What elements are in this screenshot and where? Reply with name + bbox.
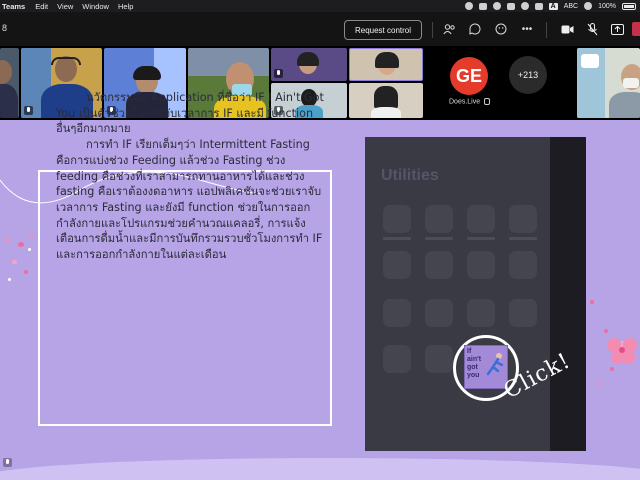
teams-meeting-toolbar: 8 Request control ••• [0, 12, 640, 46]
camera-status-icon[interactable] [506, 2, 515, 10]
camera-icon[interactable] [560, 22, 574, 36]
phone-screenshot: Utilities [365, 137, 586, 451]
mic-off-icon [484, 98, 491, 105]
slide-paragraph-2: การทำ IF เรียกเต็มๆว่า Intermittent Fast… [56, 138, 323, 262]
petal-decoration [6, 238, 10, 242]
chat-icon[interactable] [468, 22, 482, 36]
participant-tile-active[interactable] [349, 48, 423, 81]
petal-decoration [24, 270, 28, 274]
battery-icon[interactable] [622, 2, 636, 10]
battery-percent: 100% [598, 2, 616, 10]
menu-app-teams[interactable]: Teams [2, 2, 25, 11]
app-icon [425, 299, 453, 327]
menu-bar: Teams Edit View Window Help A ABC 100% [0, 0, 640, 12]
menu-edit[interactable]: Edit [35, 2, 48, 11]
teams-status-icon[interactable] [464, 2, 473, 10]
more-icon[interactable]: ••• [520, 22, 534, 36]
menu-window[interactable]: Window [82, 2, 109, 11]
mic-off-icon [3, 458, 12, 467]
participant-tile[interactable] [0, 48, 19, 118]
menu-help[interactable]: Help [118, 2, 133, 11]
utilities-folder-title: Utilities [381, 167, 439, 184]
petal-decoration [590, 300, 594, 304]
input-source[interactable]: ABC [564, 3, 578, 10]
decorative-wave [0, 458, 640, 480]
display-icon[interactable] [534, 2, 543, 10]
reactions-icon[interactable] [494, 22, 508, 36]
app-icon [425, 251, 453, 279]
slide-body-text: นวัตกรรมคือ Application ที่ชื่อว่า IF I … [56, 90, 326, 263]
app-icon [509, 299, 537, 327]
guest-avatar-logo[interactable]: GE [450, 57, 488, 95]
participant-tile[interactable] [577, 48, 640, 118]
if-app-logo-text: If ain't got you [467, 348, 482, 379]
flower-decoration [604, 329, 637, 371]
app-icon [467, 251, 495, 279]
petal-decoration [596, 382, 599, 385]
people-icon[interactable] [442, 22, 456, 36]
vpn-icon[interactable] [492, 2, 501, 10]
app-icon [509, 251, 537, 279]
request-control-button[interactable]: Request control [344, 20, 422, 40]
participant-tile[interactable] [349, 83, 423, 118]
app-icon [383, 345, 411, 373]
calculator-icon [425, 205, 453, 233]
toolbar-divider [432, 22, 433, 38]
app-icon [467, 299, 495, 327]
petal-decoration [30, 234, 33, 237]
magnifier-icon [383, 299, 411, 327]
menu-view[interactable]: View [57, 2, 73, 11]
leave-button[interactable] [632, 22, 640, 36]
mic-off-icon[interactable] [585, 22, 599, 36]
more-participants-button[interactable]: +213 [509, 56, 547, 94]
share-icon[interactable] [610, 22, 624, 36]
clock-icon [509, 205, 537, 233]
app-store-icon [383, 205, 411, 233]
font-icon[interactable]: A [548, 2, 558, 10]
screen-share-status-icon[interactable] [478, 2, 487, 10]
mic-off-icon [274, 69, 283, 78]
chrome-icon [467, 205, 495, 233]
runner-icon [486, 353, 504, 376]
mic-off-icon [24, 106, 33, 115]
petal-decoration [8, 278, 11, 281]
guest-name: Does.Live [449, 98, 491, 105]
toolbar-divider [546, 22, 547, 38]
app-icon [383, 251, 411, 279]
petal-decoration [12, 260, 17, 264]
participant-tile[interactable] [271, 48, 347, 81]
petal-decoration [18, 242, 24, 247]
app-icon [425, 345, 453, 373]
wifi-icon[interactable] [584, 2, 593, 10]
bluetooth-icon[interactable] [520, 2, 529, 10]
meeting-timer: 8 [2, 23, 8, 33]
slide-paragraph-1: นวัตกรรมคือ Application ที่ชื่อว่า IF I … [56, 91, 324, 136]
petal-decoration [28, 248, 31, 251]
